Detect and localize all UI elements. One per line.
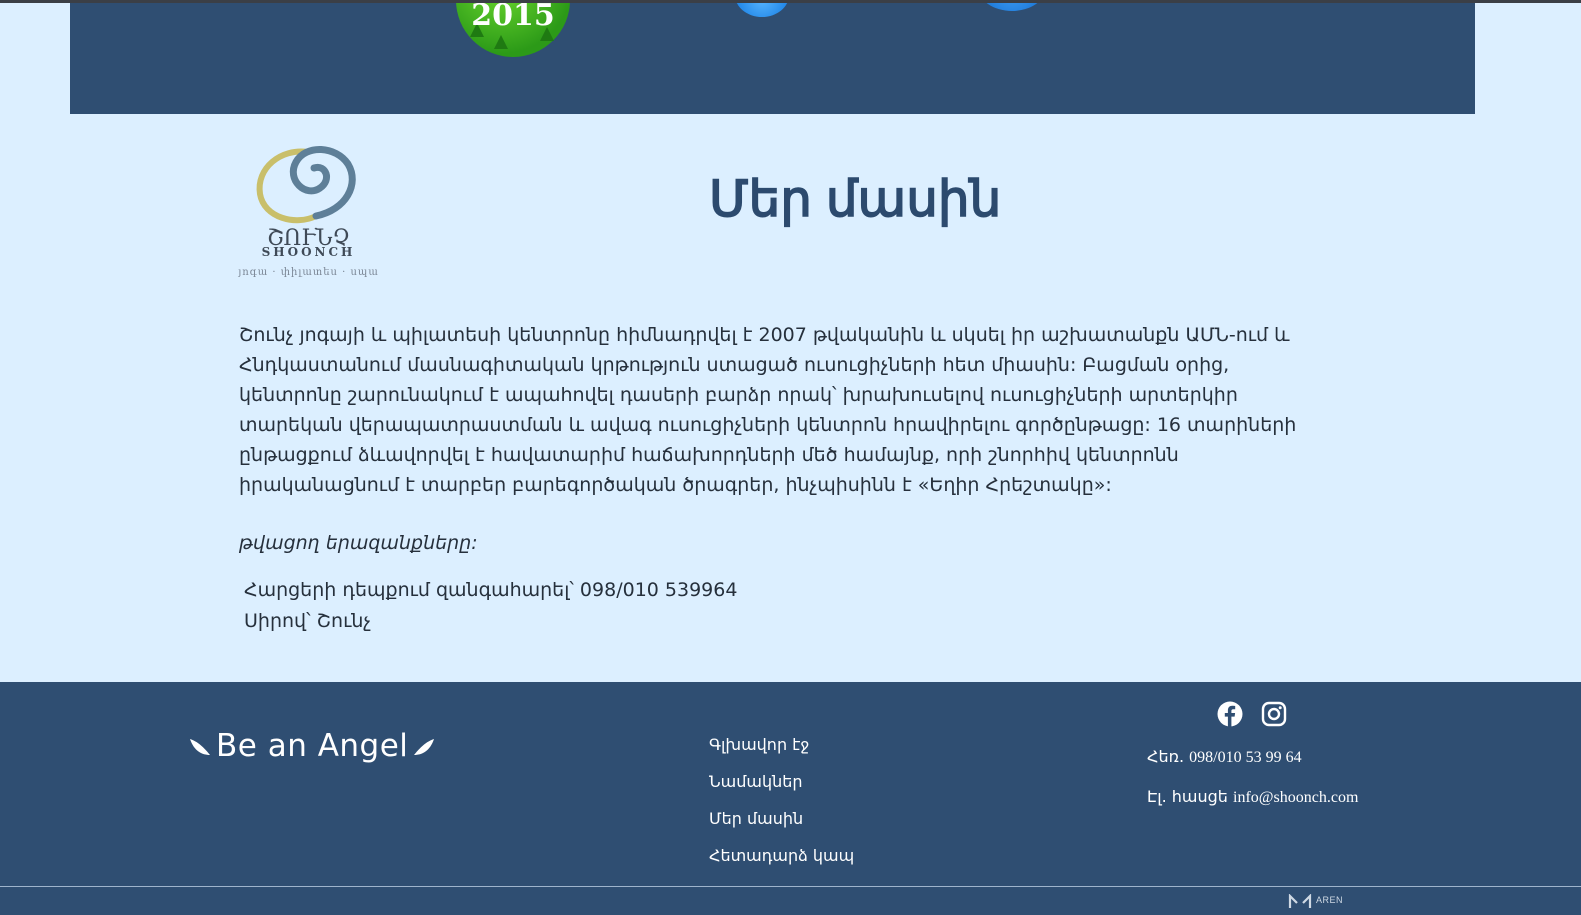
phone-label: Հեռ. bbox=[1147, 747, 1185, 766]
instagram-icon[interactable] bbox=[1261, 701, 1287, 727]
shoonch-logo: ՇՈՒՆՉ SHOONCH յոգա · փիլատես · սպա bbox=[236, 140, 381, 285]
brand-logo[interactable]: Be an Angel bbox=[188, 728, 436, 764]
blue-ornament bbox=[978, 3, 1046, 11]
green-ornament: 2015 bbox=[456, 3, 570, 57]
footer-phone: Հեռ. 098/010 53 99 64 bbox=[1147, 747, 1302, 767]
email-label: Էլ. հասցե bbox=[1147, 787, 1228, 806]
footer-link-letters[interactable]: Նամակներ bbox=[709, 771, 854, 808]
right-wing-icon bbox=[414, 739, 435, 755]
swirl-icon bbox=[256, 146, 356, 224]
year-badge: 2015 bbox=[471, 3, 555, 33]
facebook-icon[interactable] bbox=[1217, 701, 1243, 727]
phone-number[interactable]: 098/010 53 99 64 bbox=[1189, 749, 1301, 766]
footer-link-about[interactable]: Մեր մասին bbox=[709, 808, 854, 845]
footer-divider bbox=[0, 886, 1581, 887]
contact-phone-text: Հարցերի դեպքում զանգահարել՝ 098/010 5399… bbox=[244, 579, 738, 601]
site-footer: Be an Angel Գլխավոր էջ Նամակներ Մեր մասի… bbox=[0, 682, 1581, 915]
about-past-dreams: թվացող երազանքները: bbox=[239, 532, 478, 554]
brand-name: Be an Angel bbox=[216, 728, 409, 764]
developer-credit[interactable]: AREN bbox=[1288, 894, 1343, 908]
social-links bbox=[1217, 701, 1287, 727]
footer-link-home[interactable]: Գլխավոր էջ bbox=[709, 734, 854, 771]
logo-tagline: յոգա · փիլատես · սպա bbox=[238, 267, 379, 278]
signoff: Սիրով՝ Շունչ bbox=[244, 610, 372, 632]
tree-decoration bbox=[494, 35, 508, 49]
about-paragraph: Շունչ յոգայի և պիլատեսի կենտրոնը հիմնադր… bbox=[239, 324, 1297, 496]
page-title: Մեր մասին bbox=[709, 171, 1002, 227]
hero-banner: 2015 bbox=[70, 3, 1475, 114]
footer-email: Էլ. հասցե info@shoonch.com bbox=[1147, 787, 1358, 807]
logo-latin: SHOONCH bbox=[261, 245, 356, 259]
left-wing-icon bbox=[190, 739, 210, 755]
email-address[interactable]: info@shoonch.com bbox=[1233, 789, 1358, 806]
footer-nav: Գլխավոր էջ Նամակներ Մեր մասին Հետադարձ կ… bbox=[709, 734, 854, 882]
aren-logo-icon bbox=[1288, 894, 1312, 908]
blue-ornament bbox=[735, 3, 789, 17]
credit-text: AREN bbox=[1316, 895, 1344, 905]
footer-link-contact[interactable]: Հետադարձ կապ bbox=[709, 845, 854, 882]
